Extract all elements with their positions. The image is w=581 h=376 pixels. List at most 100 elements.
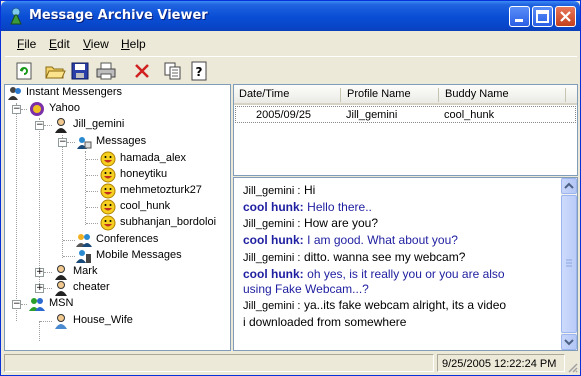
status-bar: 9/25/2005 12:22:24 PM bbox=[4, 354, 578, 373]
tree-node-instant-messengers[interactable]: Instant Messengers bbox=[7, 85, 227, 101]
tree-node-buddy[interactable]: hamada_alex bbox=[100, 151, 230, 167]
column-profile-name[interactable]: Profile Name bbox=[347, 88, 411, 100]
list-header: Date/Time Profile Name Buddy Name bbox=[234, 85, 577, 105]
scroll-up-button[interactable] bbox=[561, 178, 577, 194]
chat-message: i downloaded from somewhere bbox=[243, 315, 406, 329]
smiley-icon bbox=[100, 199, 116, 215]
close-button[interactable] bbox=[555, 6, 576, 27]
arrow-down-icon bbox=[564, 339, 574, 346]
tree-node-mark[interactable]: Mark bbox=[53, 264, 203, 280]
chat-transcript[interactable]: Jill_gemini : Hi cool hunk: Hello there.… bbox=[233, 177, 578, 351]
tree-node-cheater[interactable]: cheater bbox=[53, 280, 203, 296]
grip-icon bbox=[566, 259, 572, 267]
conferences-icon bbox=[76, 234, 92, 247]
tree-line bbox=[16, 103, 17, 321]
tree-node-messages[interactable]: Messages bbox=[76, 134, 226, 150]
tree-node-house-wife[interactable]: House_Wife bbox=[53, 313, 203, 329]
scroll-down-button[interactable] bbox=[561, 334, 577, 350]
menu-view[interactable]: View bbox=[83, 37, 109, 51]
collapse-toggle[interactable]: − bbox=[58, 137, 67, 147]
maximize-button[interactable] bbox=[532, 6, 553, 27]
tree-node-buddy[interactable]: subhanjan_bordoloi bbox=[100, 215, 230, 231]
tree-line bbox=[86, 175, 98, 176]
open-folder-icon[interactable] bbox=[44, 60, 66, 82]
tree-node-buddy[interactable]: mehmetozturk27 bbox=[100, 183, 230, 199]
minimize-button[interactable] bbox=[509, 6, 530, 27]
chat-message: cool hunk: oh yes, is it really you or y… bbox=[243, 267, 505, 281]
column-divider[interactable] bbox=[340, 88, 341, 102]
user-icon bbox=[55, 314, 67, 329]
column-divider[interactable] bbox=[565, 88, 566, 102]
chat-message: using Fake Webcam...? bbox=[243, 282, 369, 296]
menu-file[interactable]: File bbox=[17, 37, 36, 51]
expand-toggle[interactable]: + bbox=[35, 283, 44, 293]
column-buddy-name[interactable]: Buddy Name bbox=[445, 88, 509, 100]
window-title: Message Archive Viewer bbox=[29, 8, 208, 23]
cell-profile: Jill_gemini bbox=[346, 109, 398, 121]
collapse-toggle[interactable]: − bbox=[35, 120, 44, 130]
toolbar: ? bbox=[5, 56, 577, 84]
chat-message: Jill_gemini : How are you? bbox=[243, 216, 378, 230]
arrow-up-icon bbox=[564, 182, 574, 189]
chat-text: Hi bbox=[303, 183, 316, 197]
print-icon[interactable] bbox=[95, 60, 117, 82]
app-icon bbox=[10, 7, 22, 25]
menu-edit[interactable]: Edit bbox=[49, 37, 70, 51]
messages-icon bbox=[77, 137, 92, 149]
tree-line bbox=[44, 272, 52, 273]
chat-text: ditto. wanna see my webcam? bbox=[303, 250, 466, 264]
tree-node-msn[interactable]: MSN bbox=[29, 296, 179, 312]
user-icon bbox=[55, 281, 67, 296]
help-icon[interactable]: ? bbox=[188, 60, 210, 82]
chat-sender: Jill_gemini : bbox=[243, 218, 301, 230]
tree-node-yahoo[interactable]: Yahoo bbox=[29, 101, 179, 117]
folder-tree[interactable]: Instant Messengers − Yahoo − Jill_gemini… bbox=[4, 84, 231, 351]
tree-line bbox=[21, 304, 27, 305]
chat-text: ya..its fake webcam alright, its a video bbox=[303, 298, 507, 312]
collapse-toggle[interactable]: − bbox=[12, 299, 21, 309]
chat-scrollbar[interactable] bbox=[561, 178, 577, 350]
expand-toggle[interactable]: + bbox=[35, 267, 44, 277]
chat-sender: cool hunk: bbox=[243, 267, 304, 281]
chat-sender: cool hunk: bbox=[243, 200, 304, 214]
tree-label: honeytiku bbox=[120, 168, 168, 180]
tree-node-jill-gemini[interactable]: Jill_gemini bbox=[53, 117, 203, 133]
user-icon bbox=[55, 118, 67, 133]
tree-node-conferences[interactable]: Conferences bbox=[76, 232, 226, 248]
tree-label: cheater bbox=[73, 281, 110, 293]
chat-message: Jill_gemini : ditto. wanna see my webcam… bbox=[243, 250, 465, 264]
smiley-icon bbox=[100, 167, 116, 183]
chat-text: i downloaded from somewhere bbox=[243, 315, 407, 329]
archive-list[interactable]: Date/Time Profile Name Buddy Name 2005/0… bbox=[233, 84, 578, 176]
status-panel-main bbox=[4, 354, 434, 372]
tree-label: hamada_alex bbox=[120, 152, 187, 164]
save-icon[interactable] bbox=[69, 60, 91, 82]
tree-node-buddy[interactable]: cool_hunk bbox=[100, 199, 230, 215]
tree-label: Mark bbox=[73, 265, 98, 277]
delete-icon[interactable] bbox=[131, 60, 153, 82]
chat-message: cool hunk: Hello there.. bbox=[243, 200, 372, 214]
smiley-icon bbox=[100, 215, 116, 231]
tree-line bbox=[40, 321, 52, 322]
tree-line bbox=[21, 109, 27, 110]
resize-grip-icon[interactable] bbox=[566, 361, 578, 373]
user-icon bbox=[55, 265, 67, 280]
main-window: Message Archive Viewer File Edit View He… bbox=[0, 0, 581, 376]
status-datetime: 9/25/2005 12:22:24 PM bbox=[442, 358, 557, 370]
chat-text: Hello there.. bbox=[307, 200, 372, 214]
collapse-toggle[interactable]: − bbox=[12, 104, 21, 114]
copy-icon[interactable] bbox=[162, 60, 184, 82]
tree-line bbox=[86, 223, 98, 224]
tree-label: subhanjan_bordoloi bbox=[120, 216, 217, 228]
column-date-time[interactable]: Date/Time bbox=[239, 88, 289, 100]
messengers-icon bbox=[8, 87, 21, 100]
column-divider[interactable] bbox=[438, 88, 439, 102]
tree-node-buddy[interactable]: honeytiku bbox=[100, 167, 230, 183]
menu-help[interactable]: Help bbox=[121, 37, 146, 51]
tree-node-mobile-messages[interactable]: Mobile Messages bbox=[76, 248, 226, 264]
table-row[interactable]: 2005/09/25 Jill_gemini cool_hunk bbox=[235, 106, 576, 123]
title-bar[interactable]: Message Archive Viewer bbox=[1, 1, 580, 31]
scroll-thumb[interactable] bbox=[561, 195, 577, 333]
refresh-icon[interactable] bbox=[13, 60, 35, 82]
tree-line bbox=[86, 207, 98, 208]
